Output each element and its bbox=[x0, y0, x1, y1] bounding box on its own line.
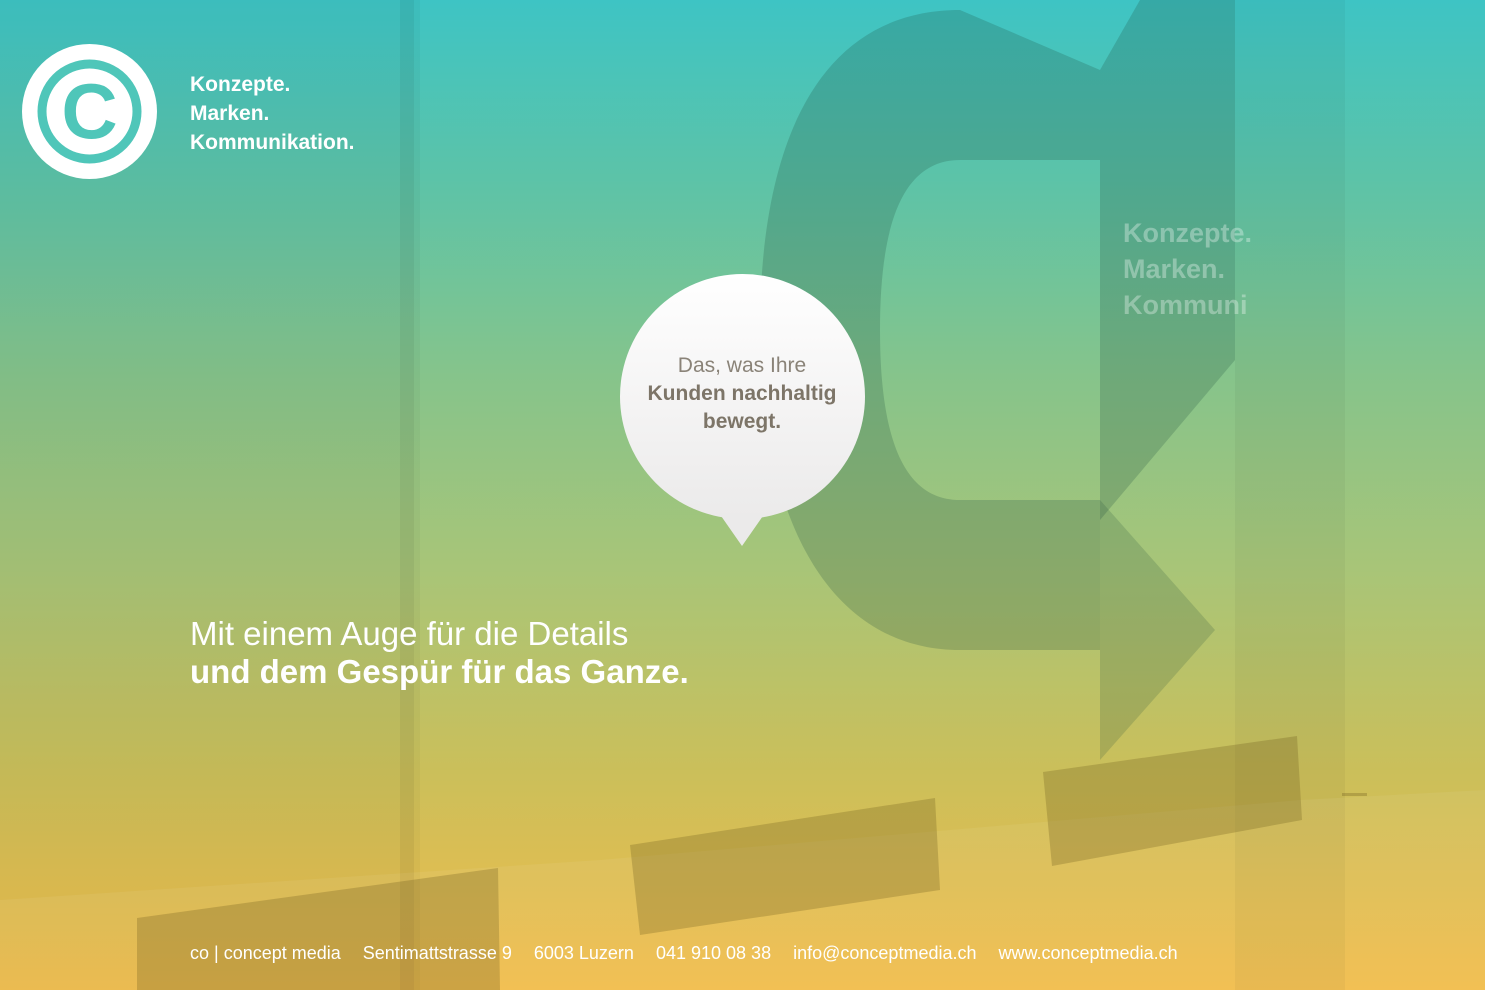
headline-line-1: Mit einem Auge für die Details bbox=[190, 615, 629, 652]
footer-contact: co | concept media Sentimattstrasse 9 60… bbox=[190, 942, 1178, 964]
footer-street: Sentimattstrasse 9 bbox=[362, 943, 512, 963]
footer-company: co | concept media bbox=[190, 943, 341, 963]
footer-website-link[interactable]: www.conceptmedia.ch bbox=[999, 943, 1178, 963]
bubble-line-1: Das, was Ihre bbox=[677, 354, 807, 377]
copyright-c-icon[interactable]: C bbox=[22, 44, 157, 179]
wall-sign-line-1: Konzepte. bbox=[1123, 218, 1252, 248]
bubble-text: Das, was Ihre Kunden nachhaltig bewegt. bbox=[620, 352, 864, 436]
wall-sign-line-2: Marken. bbox=[1123, 254, 1225, 284]
brand-tagline: Konzepte. Marken. Kommunikation. bbox=[190, 70, 355, 157]
bubble-line-3: bewegt. bbox=[702, 410, 782, 433]
tagline-line-3: Kommunikation. bbox=[190, 131, 355, 154]
headline: Mit einem Auge für die Details und dem G… bbox=[190, 615, 689, 691]
bubble-line-2: Kunden nachhaltig bbox=[647, 382, 837, 405]
footer-phone[interactable]: 041 910 08 38 bbox=[656, 943, 771, 963]
headline-line-2: und dem Gespür für das Ganze. bbox=[190, 653, 689, 690]
footer-email-link[interactable]: info@conceptmedia.ch bbox=[793, 943, 976, 963]
footer-city: 6003 Luzern bbox=[533, 943, 634, 963]
wall-sign-line-3: Kommuni bbox=[1123, 290, 1248, 320]
tagline-line-2: Marken. bbox=[190, 102, 270, 125]
svg-text:C: C bbox=[61, 67, 117, 155]
tagline-line-1: Konzepte. bbox=[190, 73, 291, 96]
